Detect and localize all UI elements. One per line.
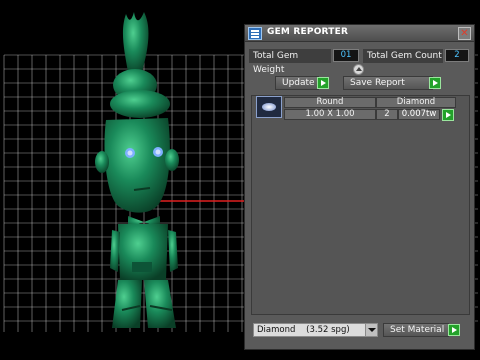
update-button[interactable]: Update [275,76,319,90]
expand-icon[interactable] [353,64,364,75]
set-material-button[interactable]: Set Material [383,323,449,337]
panel-title: GEM REPORTER [267,27,349,37]
gem-shape-header: Round [284,97,376,108]
total-gem-count-value: 2 [445,49,469,62]
total-gem-count-label: Total Gem Count [363,49,443,63]
gem-list[interactable]: Round Diamond 1.00 X 1.00 2 0.007tw [251,95,470,315]
total-gem-weight-value: 01 [333,49,359,62]
gem-count-cell: 2 [376,109,398,120]
material-select-value: Diamond (3.52 spg) [257,325,350,335]
gem-row-go-arrow-icon[interactable] [442,109,454,121]
material-select[interactable]: Diamond (3.52 spg) [253,323,378,337]
set-material-go-arrow-icon[interactable] [448,324,460,336]
gem-thumbnail-icon[interactable] [256,96,282,118]
dropdown-arrow-icon[interactable] [365,324,377,336]
gem-weight-cell: 0.007tw [398,109,440,120]
gem-material-header: Diamond [376,97,456,108]
viewport[interactable]: GEM REPORTER ✕ Total Gem Weight 01 Total… [0,0,480,360]
panel-titlebar[interactable]: GEM REPORTER ✕ [245,25,474,42]
gem-size-cell: 1.00 X 1.00 [284,109,376,120]
save-report-button[interactable]: Save Report [343,76,433,90]
update-go-arrow-icon[interactable] [317,77,329,89]
gem-reporter-panel: GEM REPORTER ✕ Total Gem Weight 01 Total… [244,24,475,350]
save-report-go-arrow-icon[interactable] [429,77,441,89]
green-figure-model[interactable] [88,10,188,335]
total-gem-weight-label: Total Gem Weight [249,49,331,75]
gem-reporter-app-icon [248,27,262,40]
close-icon[interactable]: ✕ [458,27,471,40]
